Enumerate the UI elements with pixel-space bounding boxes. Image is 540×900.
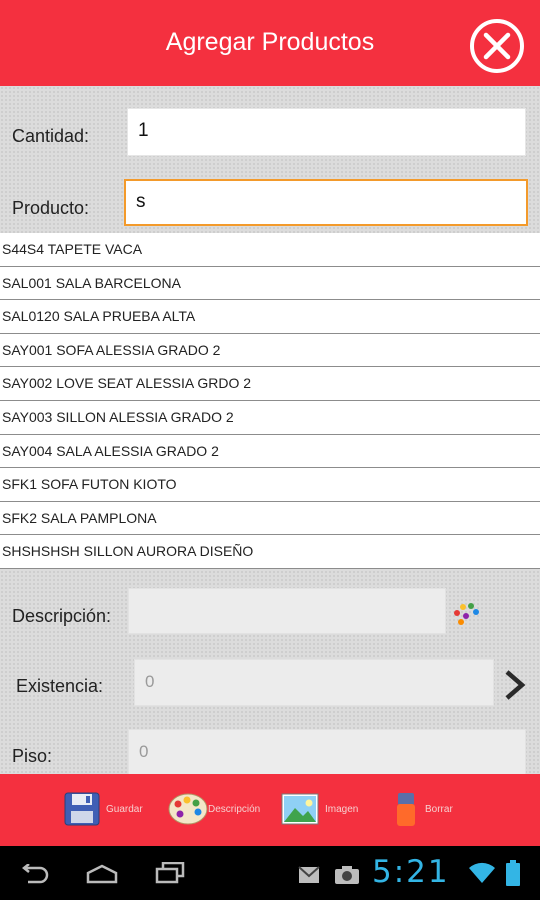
- borrar-label: Borrar: [425, 804, 453, 815]
- imagen-label: Imagen: [325, 804, 359, 815]
- palette-icon[interactable]: [452, 601, 482, 629]
- existencia-label: Existencia:: [16, 676, 104, 696]
- close-button[interactable]: [470, 19, 524, 73]
- chevron-right-icon[interactable]: [503, 669, 527, 701]
- suggestion-item[interactable]: SAY004 SALA ALESSIA GRADO 2: [0, 435, 540, 469]
- cantidad-label: Cantidad:: [12, 126, 90, 146]
- gmail-icon: [298, 866, 320, 883]
- home-icon[interactable]: [86, 864, 118, 884]
- suggestion-item[interactable]: SAL0120 SALA PRUEBA ALTA: [0, 300, 540, 334]
- suggestion-item[interactable]: SAY002 LOVE SEAT ALESSIA GRDO 2: [0, 367, 540, 401]
- clock: 5:21: [372, 854, 450, 890]
- suggestion-item[interactable]: SAY003 SILLON ALESSIA GRADO 2: [0, 401, 540, 435]
- piso-field: 0: [128, 729, 526, 774]
- form-area: Cantidad: 1 Producto: s S44S4 TAPETE VAC…: [0, 86, 540, 774]
- producto-input[interactable]: s: [124, 179, 528, 226]
- system-nav-bar: 5:21: [0, 846, 540, 900]
- recent-apps-icon[interactable]: [155, 862, 185, 884]
- battery-icon: [506, 860, 520, 886]
- descripcion-field: [128, 588, 446, 634]
- suggestion-item[interactable]: SFK1 SOFA FUTON KIOTO: [0, 468, 540, 502]
- image-icon: [281, 793, 319, 825]
- floppy-disk-icon: [64, 792, 100, 826]
- suggestion-item[interactable]: SAY001 SOFA ALESSIA GRADO 2: [0, 334, 540, 368]
- guardar-label: Guardar: [106, 804, 143, 815]
- eraser-icon: [397, 793, 415, 826]
- descripcion-label: Descripción: [208, 804, 261, 815]
- cantidad-input[interactable]: 1: [127, 108, 526, 156]
- existencia-field: 0: [134, 659, 494, 706]
- back-icon[interactable]: [20, 864, 50, 884]
- bottom-toolbar: Guardar Descripción Imagen Borrar: [0, 774, 540, 846]
- suggestion-list: S44S4 TAPETE VACA SAL001 SALA BARCELONA SA…: [0, 233, 540, 569]
- suggestion-item[interactable]: SFK2 SALA PAMPLONA: [0, 502, 540, 536]
- producto-label: Producto:: [12, 198, 90, 218]
- suggestion-item[interactable]: S44S4 TAPETE VACA: [0, 233, 540, 267]
- app-header: Agregar Productos: [0, 0, 540, 86]
- suggestion-item[interactable]: SAL001 SALA BARCELONA: [0, 267, 540, 301]
- close-icon: [483, 32, 511, 60]
- suggestion-item[interactable]: SHSHSHSH SILLON AURORA DISEÑO: [0, 535, 540, 569]
- piso-label: Piso:: [12, 746, 53, 766]
- camera-icon: [335, 866, 359, 884]
- wifi-icon: [469, 862, 495, 883]
- palette-icon: [168, 793, 208, 825]
- descripcion-label: Descripción:: [12, 606, 112, 626]
- page-title: Agregar Productos: [165, 28, 375, 56]
